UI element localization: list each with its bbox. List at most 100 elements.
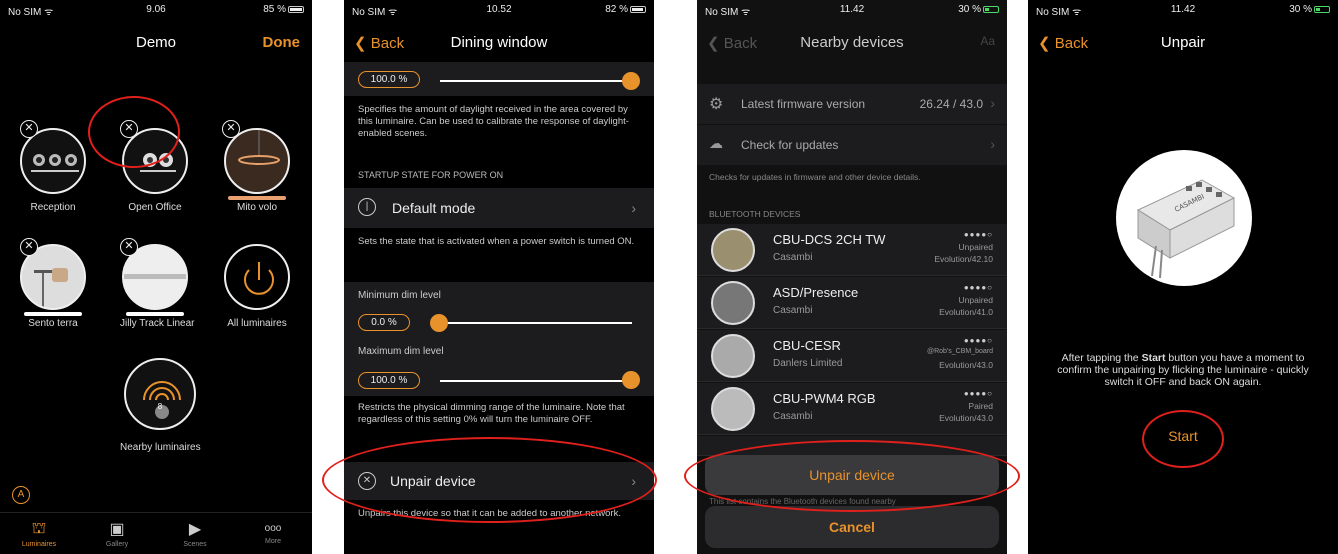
gear-icon: ⚙ bbox=[709, 96, 724, 113]
device-maker: Danlers Limited bbox=[773, 358, 843, 369]
chevron-right-icon: › bbox=[990, 95, 995, 111]
cloud-icon: ☁ bbox=[709, 135, 723, 151]
slider-track[interactable] bbox=[440, 80, 632, 82]
device-firmware: Evolution/42.10 bbox=[934, 254, 993, 264]
scenes-icon: ▶ bbox=[188, 521, 202, 538]
tab-luminaires[interactable]: ⛫ Luminaires bbox=[0, 513, 78, 554]
chevron-right-icon: › bbox=[631, 200, 636, 216]
max-dim-slider-knob[interactable] bbox=[622, 371, 640, 389]
track-light-icon bbox=[124, 274, 186, 279]
luminaire-image bbox=[224, 244, 290, 310]
device-firmware: Evolution/43.0 bbox=[939, 413, 993, 423]
chevron-right-icon: › bbox=[990, 136, 995, 152]
luminaire-image bbox=[124, 358, 196, 430]
tile-label: All luminaires bbox=[227, 318, 287, 329]
auto-mode-icon[interactable]: A bbox=[12, 486, 30, 504]
device-image bbox=[711, 228, 755, 272]
luminaire-tile-mito-volo[interactable]: Mito volo bbox=[222, 128, 292, 213]
status-bar: No SIM ᯤ 9.06 85 % bbox=[0, 0, 312, 20]
min-dim-label: Minimum dim level bbox=[358, 290, 441, 301]
device-illustration: CASAMBI bbox=[1116, 150, 1252, 286]
luminaire-tile-reception[interactable]: Reception bbox=[18, 128, 88, 213]
remove-icon[interactable]: ✕ bbox=[20, 238, 38, 256]
more-icon: ooo bbox=[264, 523, 282, 534]
signal-strength: ●●●●○ bbox=[963, 230, 993, 239]
highlight-circle bbox=[684, 440, 1020, 512]
tile-label: Mito volo bbox=[236, 202, 277, 213]
luminaire-tile-sento-terra[interactable]: Sento terra bbox=[18, 244, 88, 329]
battery-icon bbox=[630, 5, 646, 13]
status-bar: No SIM ᯤ 11.42 30 % bbox=[697, 0, 1007, 20]
done-button[interactable]: Done bbox=[263, 34, 301, 51]
screen-unpair: No SIM ᯤ 11.42 30 % ❮ Back Unpair CASAMB… bbox=[1028, 0, 1338, 554]
tab-gallery[interactable]: ▣ Gallery bbox=[78, 513, 156, 554]
daylight-slider-row: 100.0 % bbox=[344, 62, 654, 96]
battery-icon bbox=[1314, 5, 1330, 13]
luminaire-tile-jilly-track[interactable]: Jilly Track Linear bbox=[120, 244, 194, 329]
min-dim-slider-knob[interactable] bbox=[430, 314, 448, 332]
gallery-icon: ▣ bbox=[109, 521, 125, 538]
bluetooth-signal-icon bbox=[143, 381, 181, 419]
signal-strength: ●●●●○ bbox=[963, 389, 993, 398]
tab-scenes[interactable]: ▶ Scenes bbox=[156, 513, 234, 554]
device-status: Unpaired bbox=[958, 295, 994, 305]
dim-levels-section: Minimum dim level 0.0 % Maximum dim leve… bbox=[344, 282, 654, 396]
device-image bbox=[711, 281, 755, 325]
default-mode-description: Sets the state that is activated when a … bbox=[358, 236, 635, 247]
max-dim-label: Maximum dim level bbox=[358, 346, 444, 357]
device-firmware: Evolution/41.0 bbox=[939, 307, 993, 317]
daylight-description: Specifies the amount of daylight receive… bbox=[358, 104, 629, 139]
brightness-bar bbox=[24, 312, 82, 316]
nearby-count-badge: 8 bbox=[157, 402, 163, 411]
daylight-slider-knob[interactable] bbox=[622, 72, 640, 90]
nav-bar: ❮ Back Unpair bbox=[1028, 22, 1338, 62]
device-image bbox=[711, 387, 755, 431]
tile-label: Sento terra bbox=[28, 318, 78, 329]
battery: 85 % bbox=[263, 4, 304, 15]
daylight-value: 100.0 % bbox=[358, 71, 420, 88]
screen-demo: No SIM ᯤ 9.06 85 % Demo Done Reception ✕… bbox=[0, 0, 312, 554]
device-row[interactable]: CBU-CESR Danlers Limited ●●●●○ @Rob's_CB… bbox=[697, 330, 1007, 382]
nav-bar: ❮ Back Nearby devices Aa bbox=[697, 22, 1007, 62]
page-title: Nearby devices bbox=[800, 34, 904, 51]
tab-more[interactable]: ooo More bbox=[234, 513, 312, 554]
unpair-instructions: After tapping the Start button you have … bbox=[1057, 352, 1309, 388]
cancel-button[interactable]: Cancel bbox=[705, 506, 999, 548]
device-name: CBU-DCS 2CH TW bbox=[773, 232, 886, 247]
firmware-row[interactable]: ⚙ Latest firmware version 26.24 / 43.0 › bbox=[697, 84, 1007, 124]
signal-strength: ●●●●○ bbox=[963, 283, 993, 292]
device-status: Paired bbox=[968, 401, 993, 411]
page-title: Dining window bbox=[450, 34, 548, 51]
check-updates-row[interactable]: ☁ Check for updates › bbox=[697, 125, 1007, 165]
text-size-button[interactable]: Aa bbox=[980, 34, 995, 48]
slider-track[interactable] bbox=[440, 380, 632, 382]
device-status: @Rob's_CBM_board bbox=[926, 348, 993, 355]
device-status: Unpaired bbox=[958, 242, 994, 252]
battery: 30 % bbox=[1289, 4, 1330, 15]
device-maker: Casambi bbox=[773, 252, 813, 263]
power-icon bbox=[244, 262, 274, 295]
nav-bar: ❮ Back Dining window bbox=[344, 22, 654, 62]
highlight-circle bbox=[322, 437, 657, 523]
luminaire-icon: ⛫ bbox=[31, 520, 47, 537]
default-mode-row[interactable]: | Default mode › bbox=[344, 188, 654, 228]
device-row[interactable]: CBU-DCS 2CH TW Casambi ●●●●○ Unpaired Ev… bbox=[697, 224, 1007, 276]
remove-icon[interactable]: ✕ bbox=[222, 120, 240, 138]
slider-track[interactable] bbox=[434, 322, 632, 324]
tile-label: Nearby luminaires bbox=[120, 442, 201, 453]
min-dim-value: 0.0 % bbox=[358, 314, 410, 331]
remove-icon[interactable]: ✕ bbox=[120, 238, 138, 256]
device-maker: Casambi bbox=[773, 411, 813, 422]
power-mode-icon: | bbox=[358, 198, 376, 216]
battery: 30 % bbox=[958, 4, 999, 15]
device-row[interactable]: CBU-PWM4 RGB Casambi ●●●●○ Paired Evolut… bbox=[697, 383, 1007, 435]
battery-icon bbox=[983, 5, 999, 13]
device-row[interactable]: ASD/Presence Casambi ●●●●○ Unpaired Evol… bbox=[697, 277, 1007, 329]
remove-icon[interactable]: ✕ bbox=[20, 120, 38, 138]
luminaire-tile-nearby[interactable]: 8 Nearby luminaires bbox=[120, 358, 201, 453]
luminaire-tile-all[interactable]: All luminaires bbox=[222, 244, 292, 329]
device-name: CBU-CESR bbox=[773, 338, 841, 353]
brightness-bar bbox=[228, 196, 286, 200]
device-firmware: Evolution/43.0 bbox=[939, 360, 993, 370]
default-mode-label: Default mode bbox=[392, 200, 476, 216]
